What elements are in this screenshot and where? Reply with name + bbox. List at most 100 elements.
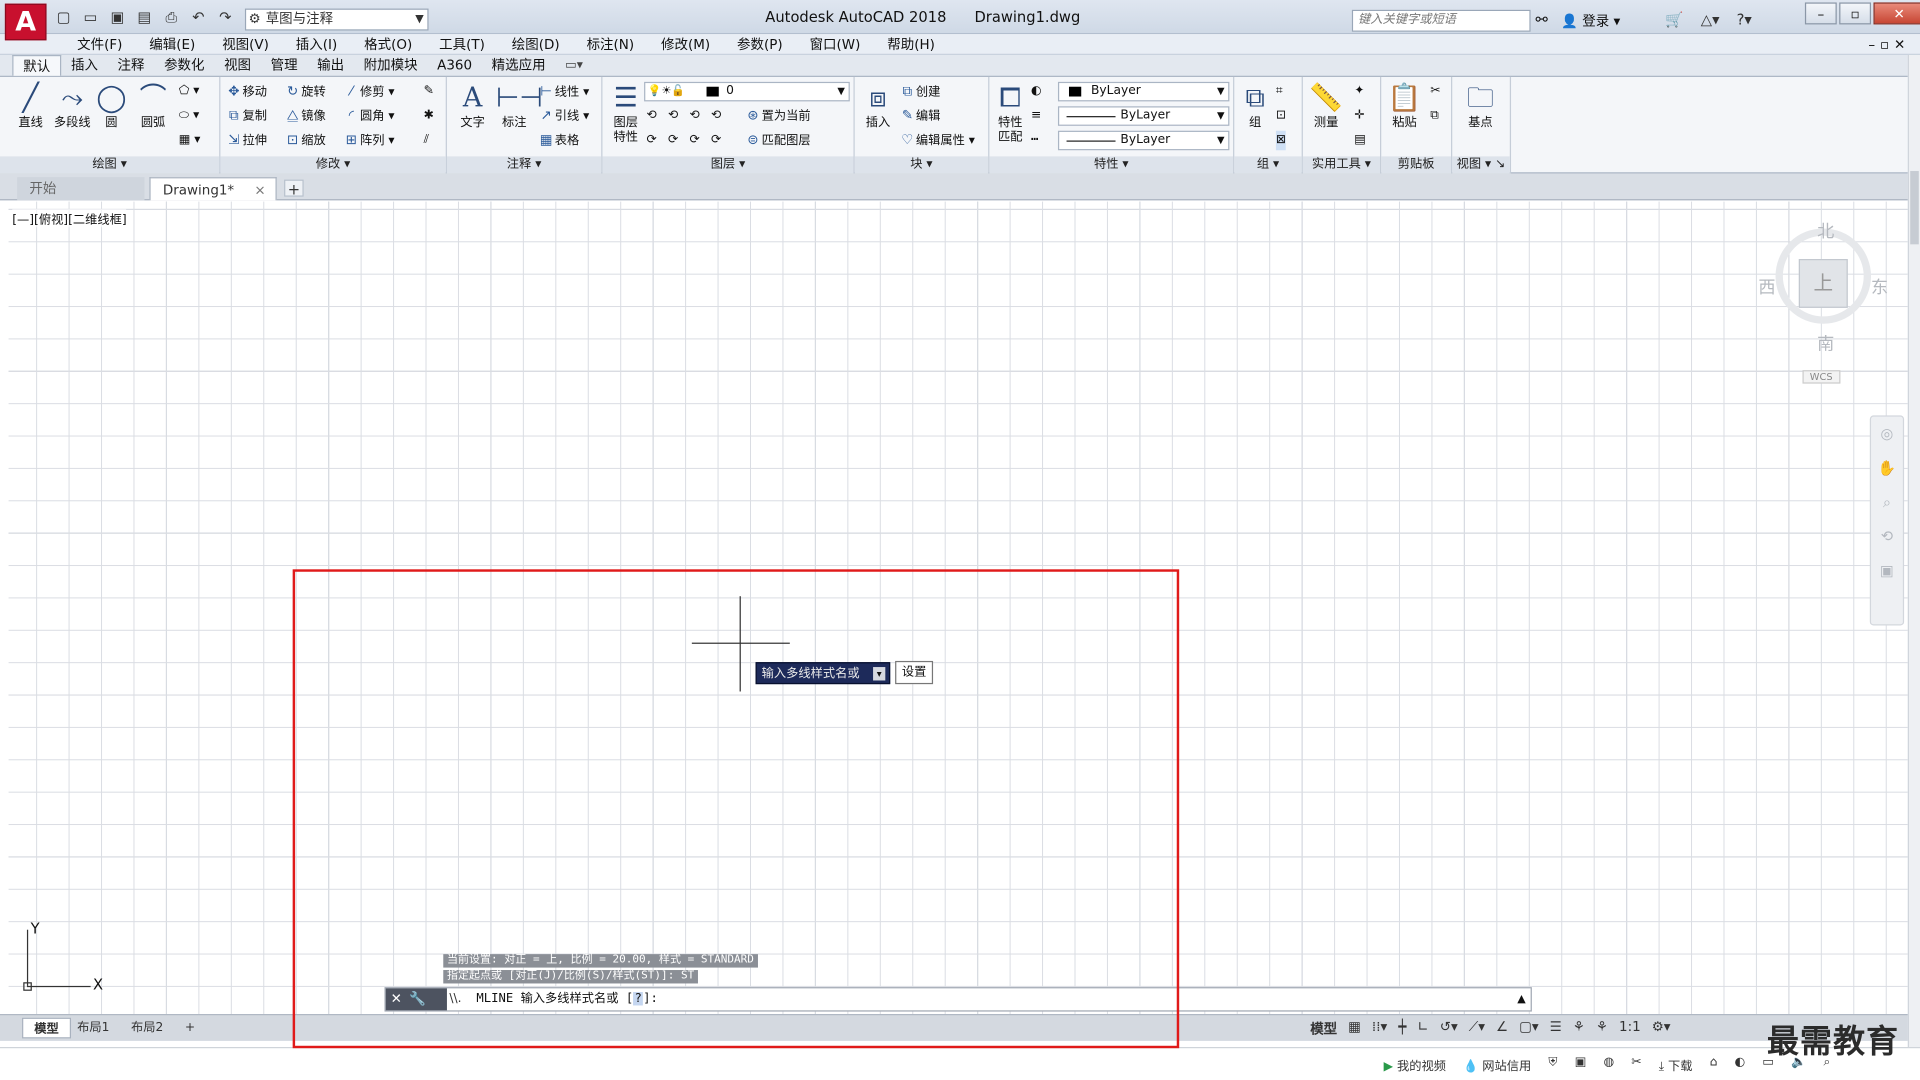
viewcube[interactable]: 北 西 东 南 上 WCS	[1753, 214, 1888, 397]
tab-output[interactable]: 输出	[307, 55, 354, 76]
insert-block-button[interactable]: ⧈ 插入	[860, 82, 897, 131]
annotation-panel-title[interactable]: 注释 ▾	[446, 156, 602, 174]
tab-parametric[interactable]: 参数化	[154, 55, 214, 76]
groups-panel-title[interactable]: 组 ▾	[1234, 156, 1302, 174]
a360-icon[interactable]: △▾	[1701, 11, 1720, 28]
polygon-icon[interactable]: ⬠ ▾	[179, 82, 200, 102]
settings-icon[interactable]: ⚙▾	[1652, 1019, 1671, 1039]
steering-wheel-icon[interactable]: ◎	[1871, 417, 1903, 451]
menu-insert[interactable]: 插入(I)	[282, 34, 350, 54]
ortho-icon[interactable]: ∟	[1417, 1019, 1428, 1039]
new-tab-button[interactable]: +	[284, 179, 304, 198]
layers-panel-title[interactable]: 图层 ▾	[602, 156, 854, 174]
infer-icon[interactable]: ┿	[1398, 1019, 1406, 1039]
mirror-button[interactable]: ⧋ 镜像	[284, 106, 326, 126]
layout-tab-1[interactable]: 布局1	[66, 1018, 120, 1039]
offset-icon[interactable]: ⫽	[424, 131, 429, 151]
model-space-button[interactable]: 模型	[1310, 1019, 1337, 1039]
scale-button[interactable]: ⊡ 缩放	[284, 131, 326, 151]
print-icon[interactable]: ⎙	[162, 7, 182, 27]
binoculars-icon[interactable]: ⚯	[1536, 11, 1548, 28]
scrollbar-thumb[interactable]	[1910, 171, 1919, 245]
dynucs-icon[interactable]: ▢▾	[1519, 1019, 1538, 1039]
polar-icon[interactable]: ↺▾	[1440, 1019, 1458, 1039]
copy-clip-icon[interactable]: ⧉	[1430, 106, 1439, 126]
menu-dimension[interactable]: 标注(N)	[573, 34, 647, 54]
move-button[interactable]: ✥ 移动	[225, 82, 267, 102]
viewport-controls[interactable]: [—][俯视][二维线框]	[12, 208, 127, 228]
group-button[interactable]: ⧉ 组	[1237, 82, 1274, 131]
menu-parametric[interactable]: 参数(P)	[724, 34, 797, 54]
search-input[interactable]: 键入关键字或短语	[1351, 9, 1531, 32]
save-icon[interactable]: ▣	[108, 7, 128, 27]
download-button[interactable]: ⤓ 下载	[1659, 1056, 1693, 1073]
cart-icon[interactable]: 🛒	[1665, 11, 1683, 28]
fillet-button[interactable]: ◜ 圆角 ▾	[343, 106, 395, 126]
compass-east[interactable]: 东	[1871, 275, 1888, 299]
layer-tools-row2[interactable]: ⟳ ⟳ ⟳ ⟳	[647, 131, 725, 151]
compass-west[interactable]: 西	[1758, 275, 1775, 299]
tab-manage[interactable]: 管理	[261, 55, 308, 76]
help-icon[interactable]: ?▾	[1737, 11, 1752, 28]
table-button[interactable]: ▦ 表格	[538, 131, 579, 151]
drawing-area[interactable]: [—][俯视][二维线框] 北 西 东 南 上 WCS ◎ ✋ ⌕ ⟲ ▣ Y …	[8, 201, 1908, 1015]
showmotion-icon[interactable]: ▣	[1871, 553, 1903, 587]
tab-a360[interactable]: A360	[427, 55, 482, 76]
line-button[interactable]: ╱ 直线	[12, 82, 49, 131]
trim-button[interactable]: ⁄ 修剪 ▾	[343, 82, 394, 102]
copy-button[interactable]: ⧉ 复制	[225, 106, 267, 126]
tab-drawing1[interactable]: Drawing1* ×	[149, 177, 277, 201]
tab-addins[interactable]: 附加模块	[354, 55, 427, 76]
view-panel-title[interactable]: 视图 ▾ ↘	[1452, 156, 1510, 174]
menu-draw[interactable]: 绘图(D)	[498, 34, 573, 54]
command-line[interactable]: ✕🔧 \\. MLINE 输入多线样式名或 [?]: ▲	[384, 987, 1532, 1012]
shield-icon[interactable]: ⛨	[1548, 1056, 1557, 1074]
utilities-panel-title[interactable]: 实用工具 ▾	[1302, 156, 1381, 174]
tab-default[interactable]: 默认	[12, 54, 62, 76]
text-button[interactable]: A 文字	[454, 82, 491, 131]
maximize-button[interactable]: ▫	[1839, 2, 1872, 25]
cut-icon[interactable]: ✂	[1430, 82, 1440, 102]
orbit-icon[interactable]: ⟲	[1871, 519, 1903, 553]
layout-tab-2[interactable]: 布局2	[120, 1018, 174, 1039]
block-panel-title[interactable]: 块 ▾	[854, 156, 989, 174]
close-button[interactable]: ✕	[1873, 2, 1920, 25]
menu-file[interactable]: 文件(F)	[64, 34, 136, 54]
image-icon[interactable]: ▣	[1575, 1056, 1587, 1074]
ellipse-icon[interactable]: ⬭ ▾	[179, 106, 200, 126]
close-icon[interactable]: ✕	[391, 991, 410, 1007]
application-menu-button[interactable]: A	[4, 3, 47, 41]
login-button[interactable]: 👤 登录 ▾	[1561, 11, 1620, 31]
menu-modify[interactable]: 修改(M)	[648, 34, 724, 54]
explode-icon[interactable]: ✱	[424, 106, 434, 126]
wrench-icon[interactable]: 🔧	[409, 991, 433, 1007]
credit-button[interactable]: 💧 网站信用	[1463, 1056, 1531, 1073]
linear-button[interactable]: ⊢ 线性 ▾	[538, 82, 589, 102]
save-as-icon[interactable]: ▤	[135, 7, 155, 27]
open-icon[interactable]: ▭	[81, 7, 101, 27]
expand-icon[interactable]: ▾	[873, 667, 886, 681]
modify-panel-title[interactable]: 修改 ▾	[220, 156, 446, 174]
stretch-button[interactable]: ⇲ 拉伸	[225, 131, 267, 151]
edit-attributes-button[interactable]: ♡ 编辑属性 ▾	[899, 131, 975, 151]
hatch-icon[interactable]: ▦ ▾	[179, 131, 201, 151]
compass-south[interactable]: 南	[1817, 331, 1834, 355]
command-option[interactable]: ?	[633, 992, 644, 1006]
tab-insert[interactable]: 插入	[61, 55, 108, 76]
erase-icon[interactable]: ✎	[424, 82, 434, 102]
circle-button[interactable]: ◯ 圆	[93, 82, 130, 131]
linetype-icon[interactable]: ┅	[1031, 131, 1038, 151]
create-block-button[interactable]: ⧉ 创建	[899, 82, 941, 102]
properties-panel-title[interactable]: 特性 ▾	[989, 156, 1234, 174]
redo-icon[interactable]: ↷	[216, 7, 236, 27]
undo-icon[interactable]: ↶	[189, 7, 209, 27]
clipboard-panel-title[interactable]: 剪贴板	[1381, 156, 1452, 174]
right-scrollbar[interactable]	[1907, 54, 1920, 1047]
annotation-visibility-icon[interactable]: ⚘	[1573, 1019, 1585, 1039]
menu-format[interactable]: 格式(O)	[351, 34, 426, 54]
lineweight-dropdown[interactable]: ByLayer ▼	[1057, 130, 1230, 151]
tab-annotate[interactable]: 注释	[108, 55, 155, 76]
tools-icon[interactable]: ✂	[1631, 1056, 1641, 1074]
snap-icon[interactable]: ⁞⁞▾	[1372, 1019, 1387, 1039]
menu-edit[interactable]: 编辑(E)	[136, 34, 209, 54]
